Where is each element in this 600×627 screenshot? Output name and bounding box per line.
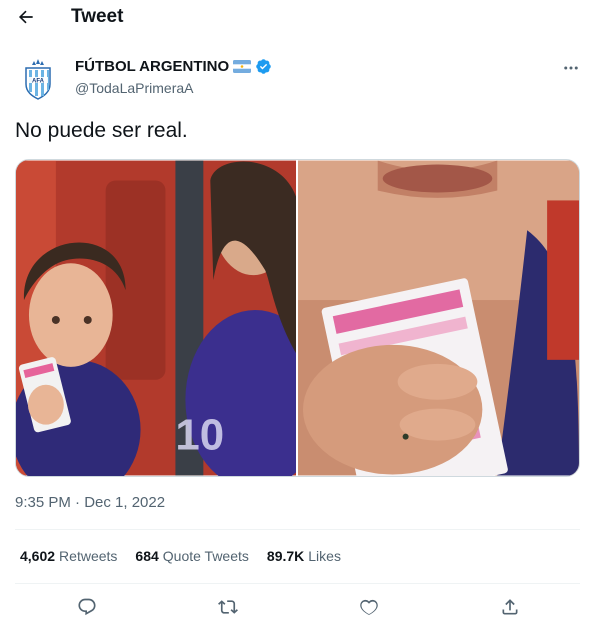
more-button[interactable] [560,58,582,78]
retweet-button[interactable] [216,595,240,619]
author-name[interactable]: FÚTBOL ARGENTINO [75,58,229,75]
author-name-row[interactable]: FÚTBOL ARGENTINO [75,58,272,75]
reply-icon [78,598,96,616]
top-bar: Tweet [0,0,600,36]
quote-tweets-label: Quote Tweets [162,548,249,564]
likes-count: 89.7K [266,548,305,564]
like-button[interactable] [357,595,381,619]
share-button[interactable] [498,595,522,619]
likes-label: Likes [308,548,341,564]
avatar[interactable]: AFA [20,58,56,100]
retweets-label: Retweets [59,548,118,564]
verified-badge-icon [256,59,271,74]
afa-crest-icon: AFA [25,59,51,100]
heart-icon [360,599,378,615]
divider [15,583,580,584]
tweet-text: No puede ser real. [15,119,188,142]
retweet-icon [218,600,238,614]
argentina-flag-icon [233,60,252,73]
page-title: Tweet [71,6,124,27]
quote-tweets-count: 684 [135,548,159,564]
tweet-stats: 4,602 Retweets 684 Quote Tweets 89.7K Li… [20,548,341,564]
retweets-count: 4,602 [20,548,56,564]
quote-tweets-stat[interactable]: 684 Quote Tweets [135,548,249,564]
retweets-stat[interactable]: 4,602 Retweets [20,548,117,564]
svg-text:10: 10 [175,411,224,460]
author-handle[interactable]: @TodaLaPrimeraA [75,80,194,96]
tweet-photo-left[interactable]: 10 [16,160,296,476]
likes-stat[interactable]: 89.7K Likes [267,548,341,564]
divider [15,529,580,530]
more-horizontal-icon [564,66,578,70]
tweet-media[interactable]: 10 [15,159,580,477]
arrow-left-icon [18,10,33,24]
tweet-timestamp[interactable]: 9:35 PM · Dec 1, 2022 [15,494,165,511]
svg-text:AFA: AFA [32,79,45,85]
reply-button[interactable] [75,595,99,619]
tweet-actions [0,592,600,622]
share-icon [502,599,518,615]
tweet-photo-right[interactable] [298,160,579,476]
back-button[interactable] [14,4,38,30]
tweet-author: AFA FÚTBOL ARGENTINO @TodaLaPrimeraA [0,52,600,104]
